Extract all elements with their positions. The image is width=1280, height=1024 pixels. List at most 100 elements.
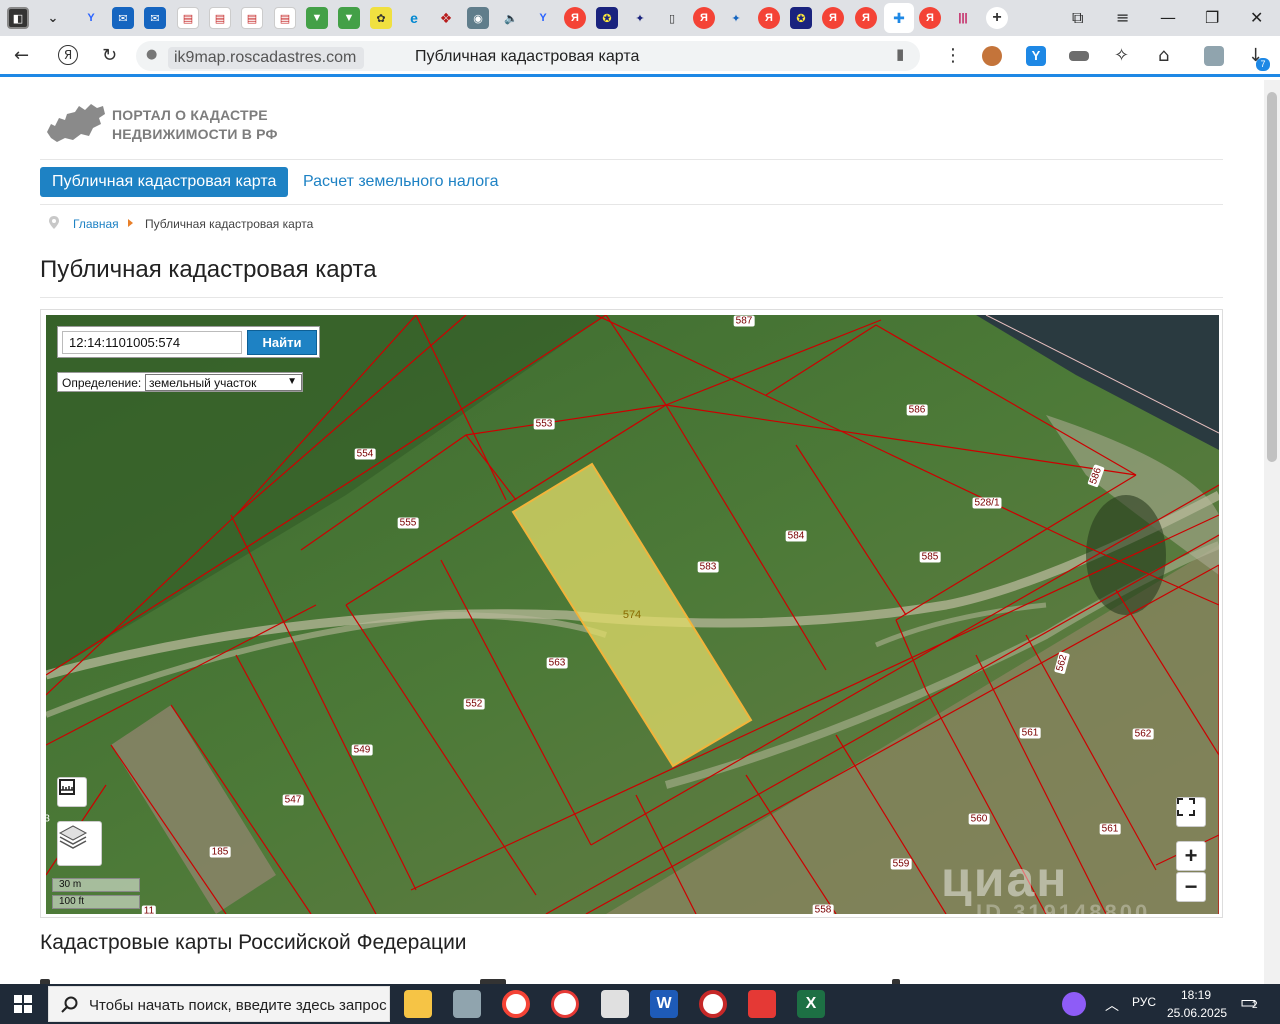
windows-start-icon[interactable]	[14, 995, 32, 1013]
nav-tab-cadastral-map[interactable]: Публичная кадастровая карта	[40, 167, 288, 197]
cian-watermark-id: ID 319148800	[976, 900, 1151, 914]
back-icon[interactable]: ←	[14, 45, 29, 66]
lock-icon: ●	[146, 47, 158, 62]
app-icon-c[interactable]	[699, 990, 727, 1018]
extensions-puzzle-icon[interactable]: ✧	[1114, 45, 1129, 66]
windows-taskbar: Чтобы начать поиск, введите здесь запрос…	[0, 984, 1280, 1024]
extension-avatar-icon[interactable]	[982, 46, 1002, 66]
scrollbar-thumb[interactable]	[1267, 92, 1277, 462]
tabs-dropdown-icon[interactable]: ⌄	[42, 7, 64, 29]
app-icon-red-circle[interactable]	[551, 990, 579, 1018]
clock-time[interactable]: 18:19	[1181, 988, 1211, 1002]
close-icon[interactable]: ✕	[1250, 8, 1263, 27]
measure-button[interactable]	[57, 777, 87, 807]
more-icon[interactable]: ⋮	[944, 45, 962, 66]
yandex-browser-icon[interactable]	[502, 990, 530, 1018]
cadastral-number-input[interactable]	[62, 331, 242, 354]
tab-favicon-mail[interactable]: ✉	[112, 7, 134, 29]
fullscreen-button[interactable]	[1176, 797, 1206, 827]
tab-favicon-pdf[interactable]: ▤	[241, 7, 263, 29]
tab-favicon-yandex-direct[interactable]: Y	[532, 7, 554, 29]
sidebar-toggle-icon[interactable]: ◧	[7, 7, 29, 29]
bookmark-icon[interactable]: ▮	[896, 45, 904, 63]
layers-button[interactable]	[57, 821, 102, 866]
taskbar-search-box[interactable]: Чтобы начать поиск, введите здесь запрос	[48, 986, 390, 1022]
tab-favicon-cian[interactable]: ✚	[888, 7, 910, 29]
new-tab-icon[interactable]: +	[986, 7, 1008, 29]
word-icon[interactable]: W	[650, 990, 678, 1018]
cadastral-map[interactable]: 587 553 554 586 586 528/1 555 584 583 58…	[46, 315, 1219, 914]
tab-favicon-pdf[interactable]: ▤	[209, 7, 231, 29]
tab-favicon-yandex[interactable]: Я	[855, 7, 877, 29]
tab-favicon-pdf[interactable]: ▤	[274, 7, 296, 29]
tab-favicon-yandex[interactable]: Я	[758, 7, 780, 29]
tab-favicon-eagle[interactable]: ✦	[725, 7, 747, 29]
tab-favicon-edge[interactable]: e	[403, 7, 425, 29]
calculator-icon[interactable]	[601, 990, 629, 1018]
restore-icon[interactable]: ❐	[1205, 8, 1219, 27]
russia-map-logo	[47, 104, 105, 142]
tab-favicon-gov[interactable]: ▼	[306, 7, 328, 29]
tab-favicon-ornament[interactable]: ❖	[435, 7, 457, 29]
tab-favicon-yandex-direct[interactable]: Y	[80, 7, 102, 29]
tab-favicon-yandex[interactable]: Я	[822, 7, 844, 29]
tab-favicon-globe[interactable]: ◉	[467, 7, 489, 29]
network-app-icon[interactable]	[453, 990, 481, 1018]
clock-date[interactable]: 25.06.2025	[1167, 1006, 1227, 1020]
tab-favicon-emblem[interactable]: ✿	[370, 7, 392, 29]
notifications-count: 2	[1252, 1000, 1258, 1011]
zoom-in-button[interactable]: +	[1176, 841, 1206, 871]
tab-favicon-eagle[interactable]: ✦	[629, 7, 651, 29]
divider	[40, 204, 1223, 205]
profile-icon[interactable]: ⌂	[1158, 45, 1169, 66]
tab-favicon-mail[interactable]: ✉	[144, 7, 166, 29]
reload-icon[interactable]: ↻	[102, 45, 117, 66]
parcel-label: 562	[1132, 728, 1154, 740]
parcel-label: 583	[697, 561, 719, 573]
extension-photo-icon[interactable]	[1204, 46, 1224, 66]
nav-tab-land-tax[interactable]: Расчет земельного налога	[303, 173, 499, 191]
tab-favicon-gov[interactable]: ▼	[338, 7, 360, 29]
anydesk-icon[interactable]	[748, 990, 776, 1018]
parcel-label: 584	[785, 530, 807, 542]
tab-favicon-audio[interactable]: |||	[952, 7, 974, 29]
menu-icon[interactable]: ≡	[1116, 8, 1129, 27]
language-indicator[interactable]: РУС	[1132, 995, 1156, 1009]
breadcrumb-home[interactable]: Главная	[73, 217, 119, 231]
fullscreen-icon	[1177, 798, 1195, 816]
layers-icon	[58, 825, 88, 849]
alice-icon[interactable]	[1062, 992, 1086, 1016]
page-title: Публичная кадастровая карта	[40, 256, 377, 283]
ruler-icon	[59, 779, 75, 795]
tab-favicon-emblem[interactable]: ✪	[790, 7, 812, 29]
tab-favicon-yandex[interactable]: Я	[693, 7, 715, 29]
page-scrollbar[interactable]	[1264, 80, 1280, 984]
tab-favicon-yandex[interactable]: Я	[919, 7, 941, 29]
logo-text: ПОРТАЛ О КАДАСТРЕ НЕДВИЖИМОСТИ В РФ	[112, 106, 278, 144]
file-explorer-icon[interactable]	[404, 990, 432, 1018]
parcel-label: 549	[351, 744, 373, 756]
url-page-title[interactable]: Публичная кадастровая карта	[415, 48, 639, 66]
minimize-icon[interactable]: —	[1160, 8, 1176, 27]
tray-chevron-up-icon[interactable]: ︿	[1105, 995, 1119, 1015]
tab-favicon-yandex[interactable]: Я	[564, 7, 586, 29]
tab-audio-icon[interactable]: 🔈	[500, 7, 522, 29]
breadcrumb-arrow-icon	[128, 219, 133, 227]
parcel-label: 552	[463, 698, 485, 710]
map-frame: 587 553 554 586 586 528/1 555 584 583 58…	[40, 309, 1223, 918]
find-button[interactable]: Найти	[247, 330, 317, 355]
extension-yandex-direct-icon[interactable]: Y	[1026, 46, 1046, 66]
logo-line-2: НЕДВИЖИМОСТИ В РФ	[112, 126, 278, 142]
url-domain[interactable]: ik9map.roscadastres.com	[168, 47, 365, 69]
tab-favicon-pdf[interactable]: ▤	[177, 7, 199, 29]
zoom-out-button[interactable]: −	[1176, 872, 1206, 902]
definition-select-value: земельный участок	[149, 376, 257, 390]
collections-icon[interactable]: ⧉	[1072, 8, 1083, 28]
tab-favicon-document[interactable]: ▯	[661, 7, 683, 29]
parcel-label: 561	[1019, 727, 1041, 739]
tab-favicon-emblem[interactable]: ✪	[596, 7, 618, 29]
excel-icon[interactable]: X	[797, 990, 825, 1018]
definition-select[interactable]: земельный участок ▼	[145, 374, 302, 391]
yandex-icon[interactable]: Я	[58, 45, 78, 65]
extension-hat-icon[interactable]	[1069, 51, 1089, 61]
